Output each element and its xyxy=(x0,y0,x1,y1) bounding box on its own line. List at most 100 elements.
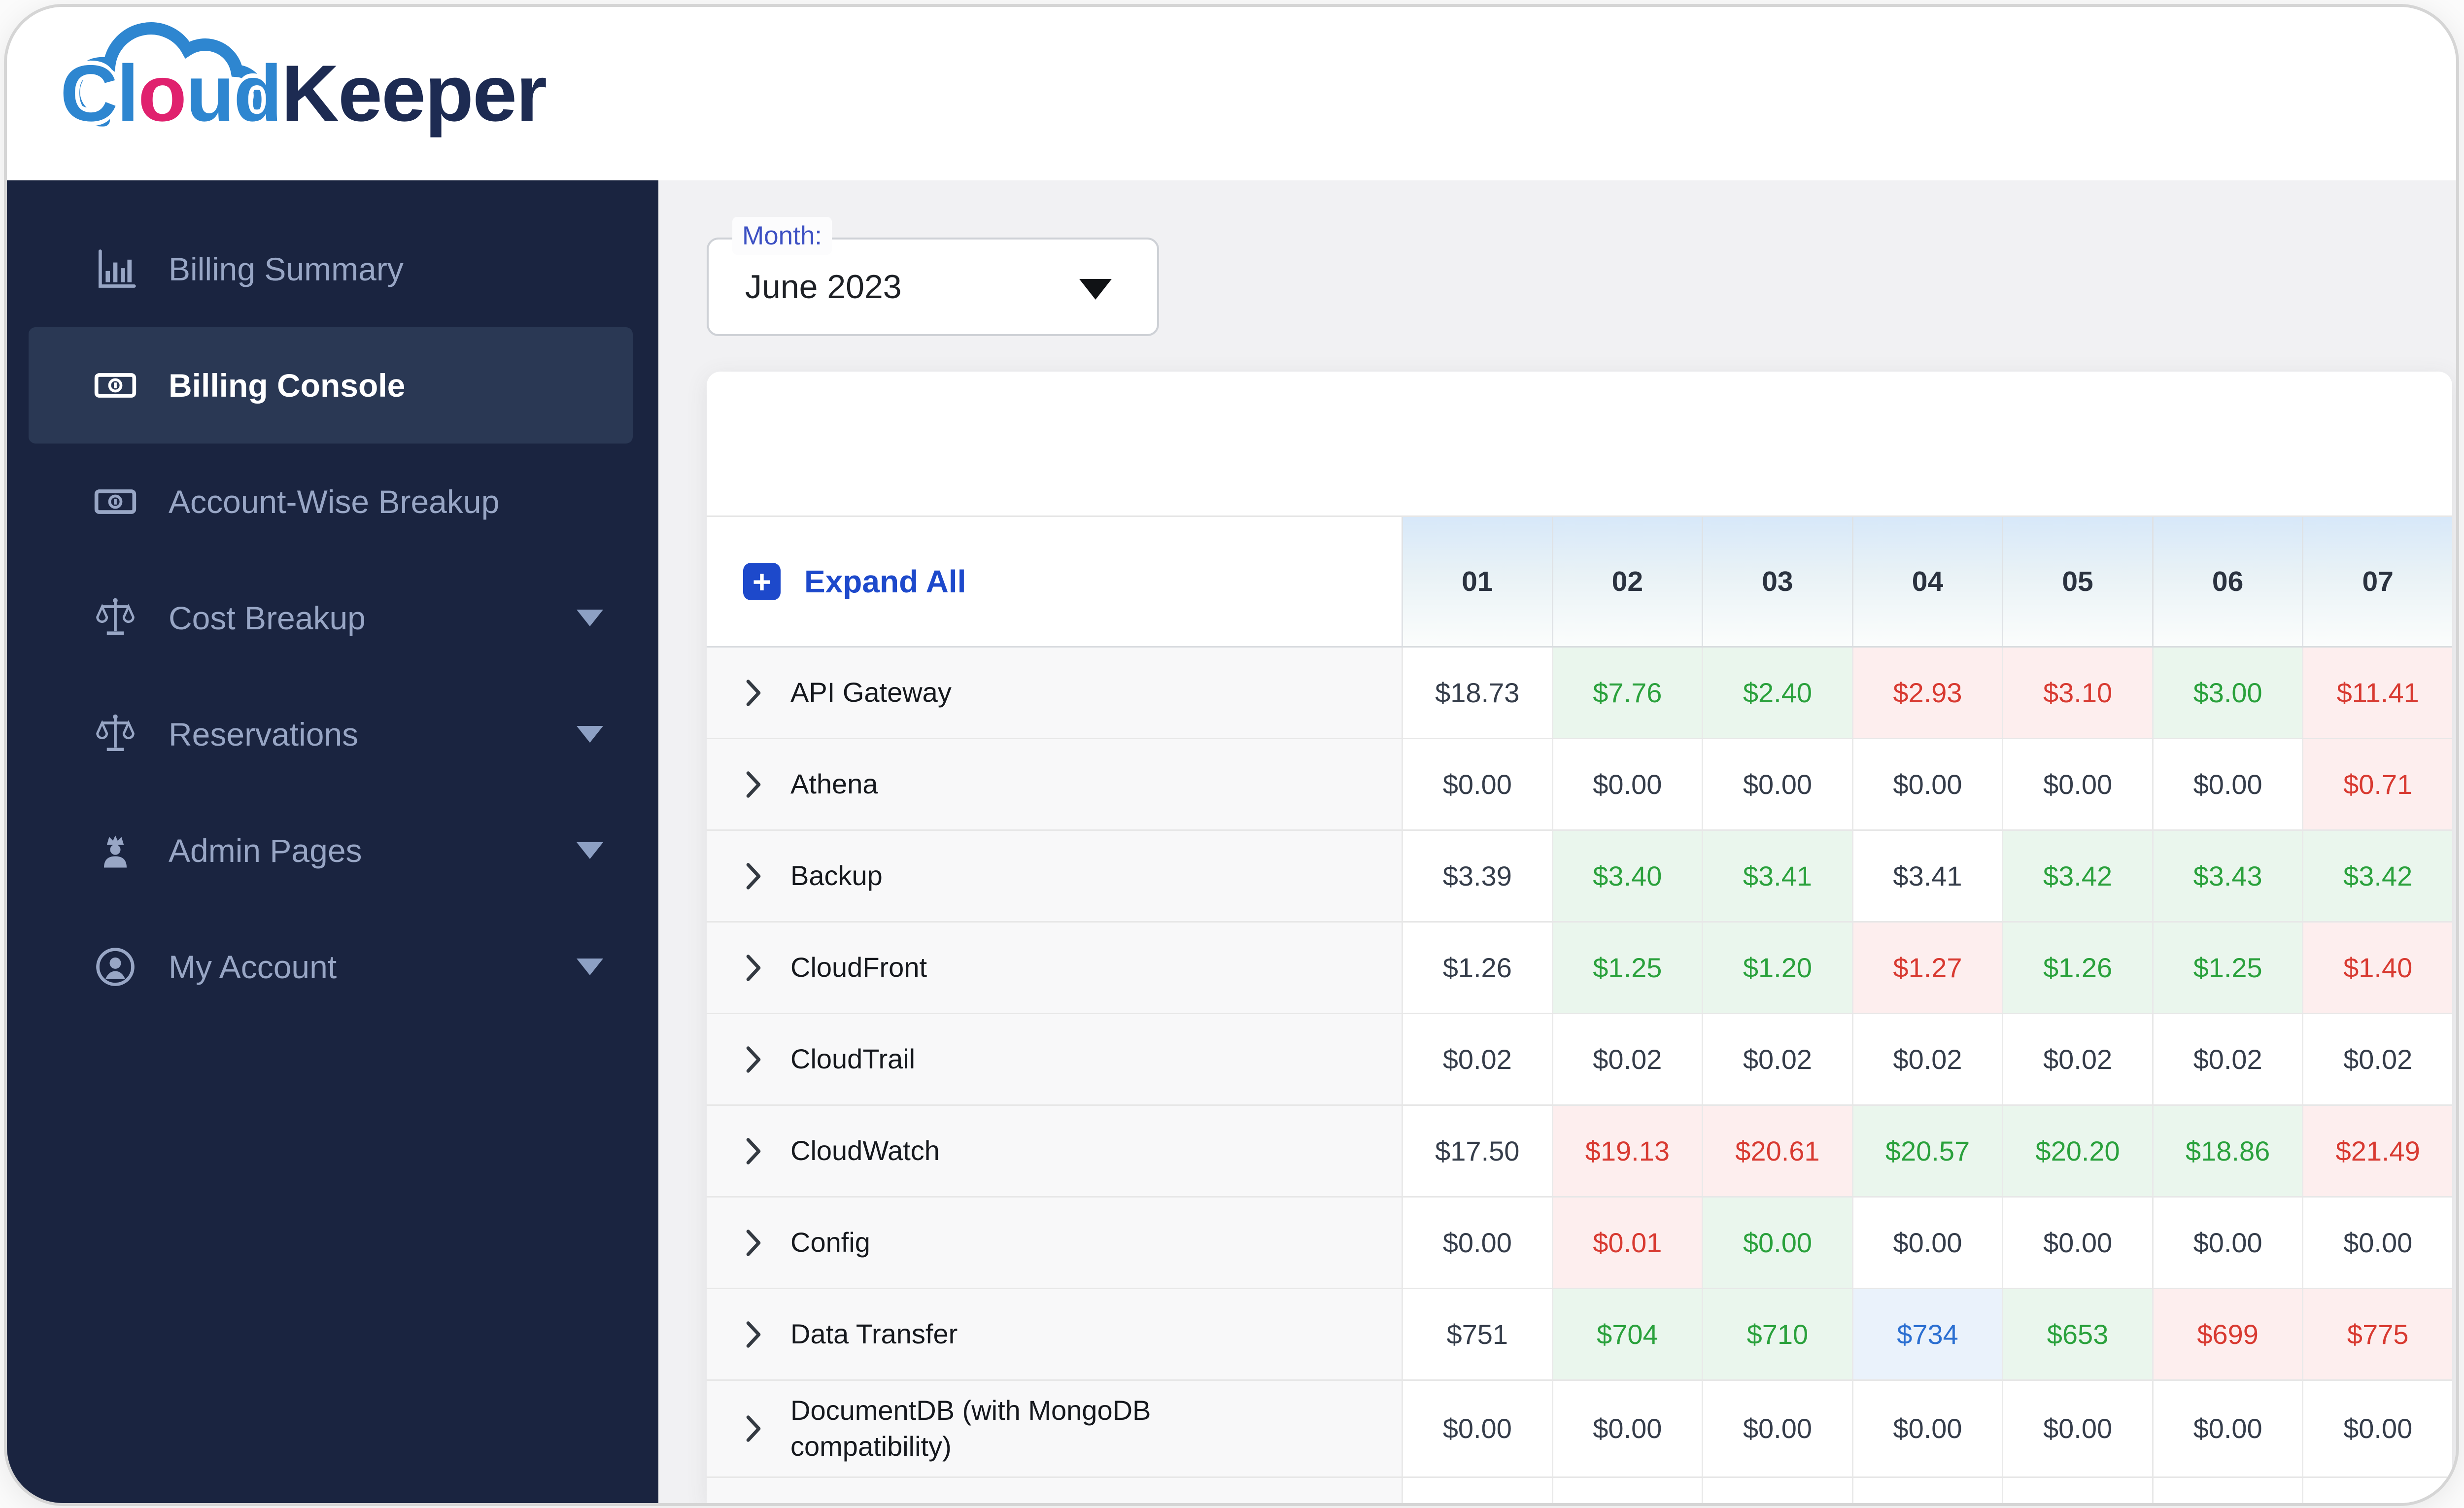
plus-square-icon[interactable]: + xyxy=(743,563,781,600)
cost-cell: $0.00 xyxy=(1851,1381,2002,1476)
cost-cell: $0.00 xyxy=(2002,739,2152,829)
cost-cell: $0.00 xyxy=(1702,739,1852,829)
cost-cell: $0.02 xyxy=(1402,1014,1552,1104)
month-select[interactable]: Month: June 2023 xyxy=(707,217,1159,336)
cost-cell xyxy=(1402,1477,1552,1503)
sidebar-item-admin-pages[interactable]: Admin Pages xyxy=(29,792,633,909)
sidebar-item-billing-summary[interactable]: Billing Summary xyxy=(29,211,633,327)
expand-all-button[interactable]: + Expand All xyxy=(707,517,1402,646)
chevron-right-icon[interactable] xyxy=(744,1319,763,1350)
service-row-toggle[interactable]: CloudTrail xyxy=(707,1014,1402,1104)
cost-cell: $18.86 xyxy=(2152,1106,2302,1196)
cost-cell: $0.02 xyxy=(2302,1014,2452,1104)
table-row: API Gateway $18.73 $7.76 $2.40 $2.93 $3.10 $3.… xyxy=(707,648,2452,739)
cost-cell xyxy=(1702,1477,1852,1503)
table-row: CloudWatch $17.50 $19.13 $20.61 $20.57 $20.20… xyxy=(707,1106,2452,1198)
cost-cell: $0.00 xyxy=(1702,1381,1852,1476)
service-row-toggle[interactable]: Backup xyxy=(707,831,1402,921)
sidebar-item-billing-console[interactable]: Billing Console xyxy=(29,327,633,444)
service-row-toggle[interactable]: Data Transfer xyxy=(707,1289,1402,1379)
cost-cell: $0.01 xyxy=(1551,1198,1702,1288)
table-row: Data Transfer $751 $704 $710 $734 $653 $699 $77… xyxy=(707,1289,2452,1381)
user-circle-icon xyxy=(93,944,138,990)
table-toolbar-spacer xyxy=(707,372,2452,517)
table-row: CloudTrail $0.02 $0.02 $0.02 $0.02 $0.02 $0.02… xyxy=(707,1014,2452,1106)
cost-cell xyxy=(2002,1477,2152,1503)
service-row-toggle[interactable]: CloudFront xyxy=(707,923,1402,1013)
table-body: API Gateway $18.73 $7.76 $2.40 $2.93 $3.10 $3.… xyxy=(707,648,2452,1503)
cost-cell: $1.40 xyxy=(2302,923,2452,1013)
sidebar-item-label: Billing Console xyxy=(169,367,406,404)
service-name: API Gateway xyxy=(790,677,952,708)
cost-cell: $0.02 xyxy=(1851,1014,2002,1104)
cost-cell: $0.02 xyxy=(1702,1014,1852,1104)
cost-cell: $1.26 xyxy=(1402,923,1552,1013)
cost-cell: $3.39 xyxy=(1402,831,1552,921)
app-window: Cl o ud Keeper Billing Summary Billing Co… xyxy=(4,4,2459,1506)
table-row: CloudFront $1.26 $1.25 $1.20 $1.27 $1.26 $1.25… xyxy=(707,923,2452,1014)
sidebar-item-account-wise-breakup[interactable]: Account-Wise Breakup xyxy=(29,444,633,560)
cost-cell: $653 xyxy=(2002,1289,2152,1379)
service-row-toggle[interactable]: Config xyxy=(707,1198,1402,1288)
cost-cell: $0.00 xyxy=(1402,1381,1552,1476)
expand-all-label: Expand All xyxy=(804,564,966,599)
day-column-header: 02 xyxy=(1551,517,1702,646)
cost-cell xyxy=(1551,1477,1702,1503)
month-select-label: Month: xyxy=(732,217,832,255)
main-content: Month: June 2023 + Expand All 01 02 03 04 05… xyxy=(658,180,2456,1503)
cost-cell: $3.42 xyxy=(2302,831,2452,921)
banknote-icon xyxy=(93,479,138,524)
cost-cell: $20.57 xyxy=(1851,1106,2002,1196)
service-name: DocumentDB (with MongoDB compatibility) xyxy=(790,1395,1151,1462)
cost-cell: $0.00 xyxy=(2302,1198,2452,1288)
chevron-right-icon[interactable] xyxy=(744,861,763,891)
banknote-icon xyxy=(93,363,138,408)
cost-cell: $0.00 xyxy=(2152,739,2302,829)
cost-cell: $0.00 xyxy=(2152,1381,2302,1476)
cost-cell: $20.61 xyxy=(1702,1106,1852,1196)
chevron-right-icon[interactable] xyxy=(744,1136,763,1166)
scale-icon xyxy=(93,595,138,641)
service-name: Config xyxy=(790,1227,870,1258)
service-row-toggle[interactable]: Athena xyxy=(707,739,1402,829)
logo-text-keeper: Keeper xyxy=(281,49,547,138)
day-column-header: 06 xyxy=(2152,517,2302,646)
cost-cell: $0.02 xyxy=(1551,1014,1702,1104)
cost-cell: $0.00 xyxy=(1851,1198,2002,1288)
cost-cell: $1.25 xyxy=(2152,923,2302,1013)
cost-cell: $3.00 xyxy=(2152,648,2302,738)
service-row-toggle[interactable]: DocumentDB (with MongoDB compatibility) xyxy=(707,1381,1402,1476)
chevron-right-icon[interactable] xyxy=(744,678,763,708)
sidebar-item-reservations[interactable]: Reservations xyxy=(29,676,633,792)
cost-cell: $710 xyxy=(1702,1289,1852,1379)
cost-cell: $3.43 xyxy=(2152,831,2302,921)
logo-text-cl: Cl xyxy=(60,49,139,138)
chevron-right-icon[interactable] xyxy=(744,1228,763,1258)
chevron-right-icon[interactable] xyxy=(744,1413,763,1444)
cost-cell: $20.20 xyxy=(2002,1106,2152,1196)
cost-cell: $0.00 xyxy=(1402,1198,1552,1288)
service-name: CloudFront xyxy=(790,952,927,983)
chevron-right-icon[interactable] xyxy=(744,769,763,800)
chevron-right-icon[interactable] xyxy=(744,953,763,983)
day-column-header: 07 xyxy=(2302,517,2452,646)
cost-cell: $0.02 xyxy=(2152,1014,2302,1104)
table-row: Backup $3.39 $3.40 $3.41 $3.41 $3.42 $3.43 $3.4… xyxy=(707,831,2452,923)
month-select-value: June 2023 xyxy=(745,268,902,306)
service-row-toggle xyxy=(707,1477,1402,1503)
sidebar-item-label: Billing Summary xyxy=(169,251,404,287)
caret-down-icon[interactable] xyxy=(1079,279,1112,300)
table-header-row: + Expand All 01 02 03 04 05 06 07 xyxy=(707,517,2452,648)
chevron-right-icon[interactable] xyxy=(744,1044,763,1075)
service-row-toggle[interactable]: API Gateway xyxy=(707,648,1402,738)
service-row-toggle[interactable]: CloudWatch xyxy=(707,1106,1402,1196)
sidebar-item-cost-breakup[interactable]: Cost Breakup xyxy=(29,560,633,676)
sidebar-item-my-account[interactable]: My Account xyxy=(29,909,633,1025)
cost-cell: $0.00 xyxy=(1551,739,1702,829)
cost-cell xyxy=(2152,1477,2302,1503)
chevron-down-icon xyxy=(577,726,603,743)
cost-cell: $0.00 xyxy=(1402,739,1552,829)
cost-cell: $17.50 xyxy=(1402,1106,1552,1196)
cost-cell: $0.02 xyxy=(2002,1014,2152,1104)
cost-cell: $21.49 xyxy=(2302,1106,2452,1196)
